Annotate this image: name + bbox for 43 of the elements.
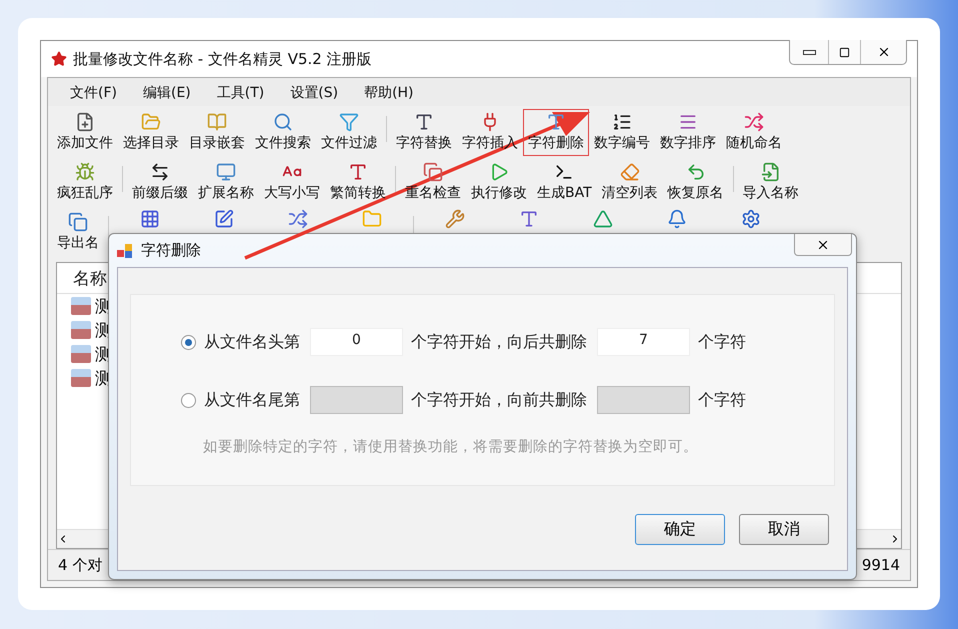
menu-item[interactable]: 工具(T) xyxy=(216,84,264,102)
status-count: 4 个对 xyxy=(58,556,102,574)
toolbar-button[interactable]: 随机命名 xyxy=(721,109,787,156)
hint-text: 如要删除特定的字符，请使用替换功能，将需要删除的字符替换为空即可。 xyxy=(203,438,699,456)
option-label: 从文件名尾第 xyxy=(204,390,300,410)
menu-item[interactable]: 设置(S) xyxy=(290,84,338,102)
option-label: 个字符 xyxy=(698,390,746,410)
window-title: 批量修改文件名称 - 文件名精灵 V5.2 注册版 xyxy=(73,50,372,68)
start-position-field[interactable]: 0 xyxy=(310,328,403,356)
toolbar-button[interactable]: 重名检查 xyxy=(400,159,466,206)
toolbar-button[interactable]: 恢复原名 xyxy=(662,159,729,206)
count-field[interactable]: 7 xyxy=(597,328,690,356)
toolbar-button[interactable]: 数字排序 xyxy=(655,109,721,156)
option-label: 个字符 xyxy=(698,332,746,352)
toolbar-button[interactable]: 导入名称 xyxy=(738,159,804,206)
toolbar-button[interactable]: 大写小写 xyxy=(259,159,325,206)
dialog-button[interactable]: 确定 xyxy=(635,514,725,545)
toolbar-button[interactable]: 前缀后缀 xyxy=(127,159,193,206)
toolbar-button[interactable]: 导出名 xyxy=(52,209,104,256)
menu-item[interactable]: 编辑(E) xyxy=(142,84,191,102)
toolbar-button[interactable]: 文件搜索 xyxy=(250,109,316,156)
toolbar-button[interactable]: 疯狂乱序 xyxy=(52,159,118,206)
toolbar-button[interactable]: 扩展名称 xyxy=(193,159,259,206)
status-text: 9914 xyxy=(862,556,900,574)
toolbar-button[interactable]: 执行修改 xyxy=(466,159,532,206)
toolbar-button[interactable]: 数字编号 xyxy=(589,109,655,156)
toolbar-button[interactable]: 字符替换 xyxy=(391,109,457,156)
menu-item[interactable]: 帮助(H) xyxy=(364,84,414,102)
dialog-button[interactable]: 取消 xyxy=(739,514,829,545)
option-label: 个字符开始，向前共删除 xyxy=(411,390,587,410)
column-header[interactable]: 名称 xyxy=(73,266,107,290)
option-label: 个字符开始，向后共删除 xyxy=(411,332,587,352)
toolbar-button[interactable]: 繁简转换 xyxy=(325,159,391,206)
toolbar-button[interactable]: 清空列表 xyxy=(596,159,663,206)
menu-item[interactable]: 文件(F) xyxy=(70,84,117,102)
toolbar-button[interactable]: 字符删除 xyxy=(523,109,589,156)
toolbar-button[interactable]: 生成BAT xyxy=(532,159,597,206)
toolbar-button[interactable]: 添加文件 xyxy=(52,109,118,156)
option-label: 从文件名头第 xyxy=(204,332,300,352)
toolbar-button[interactable]: 选择目录 xyxy=(118,109,184,156)
toolbar-button[interactable]: 文件过滤 xyxy=(316,109,382,156)
toolbar-button[interactable]: 目录嵌套 xyxy=(184,109,250,156)
dialog-title: 字符删除 xyxy=(141,241,201,260)
